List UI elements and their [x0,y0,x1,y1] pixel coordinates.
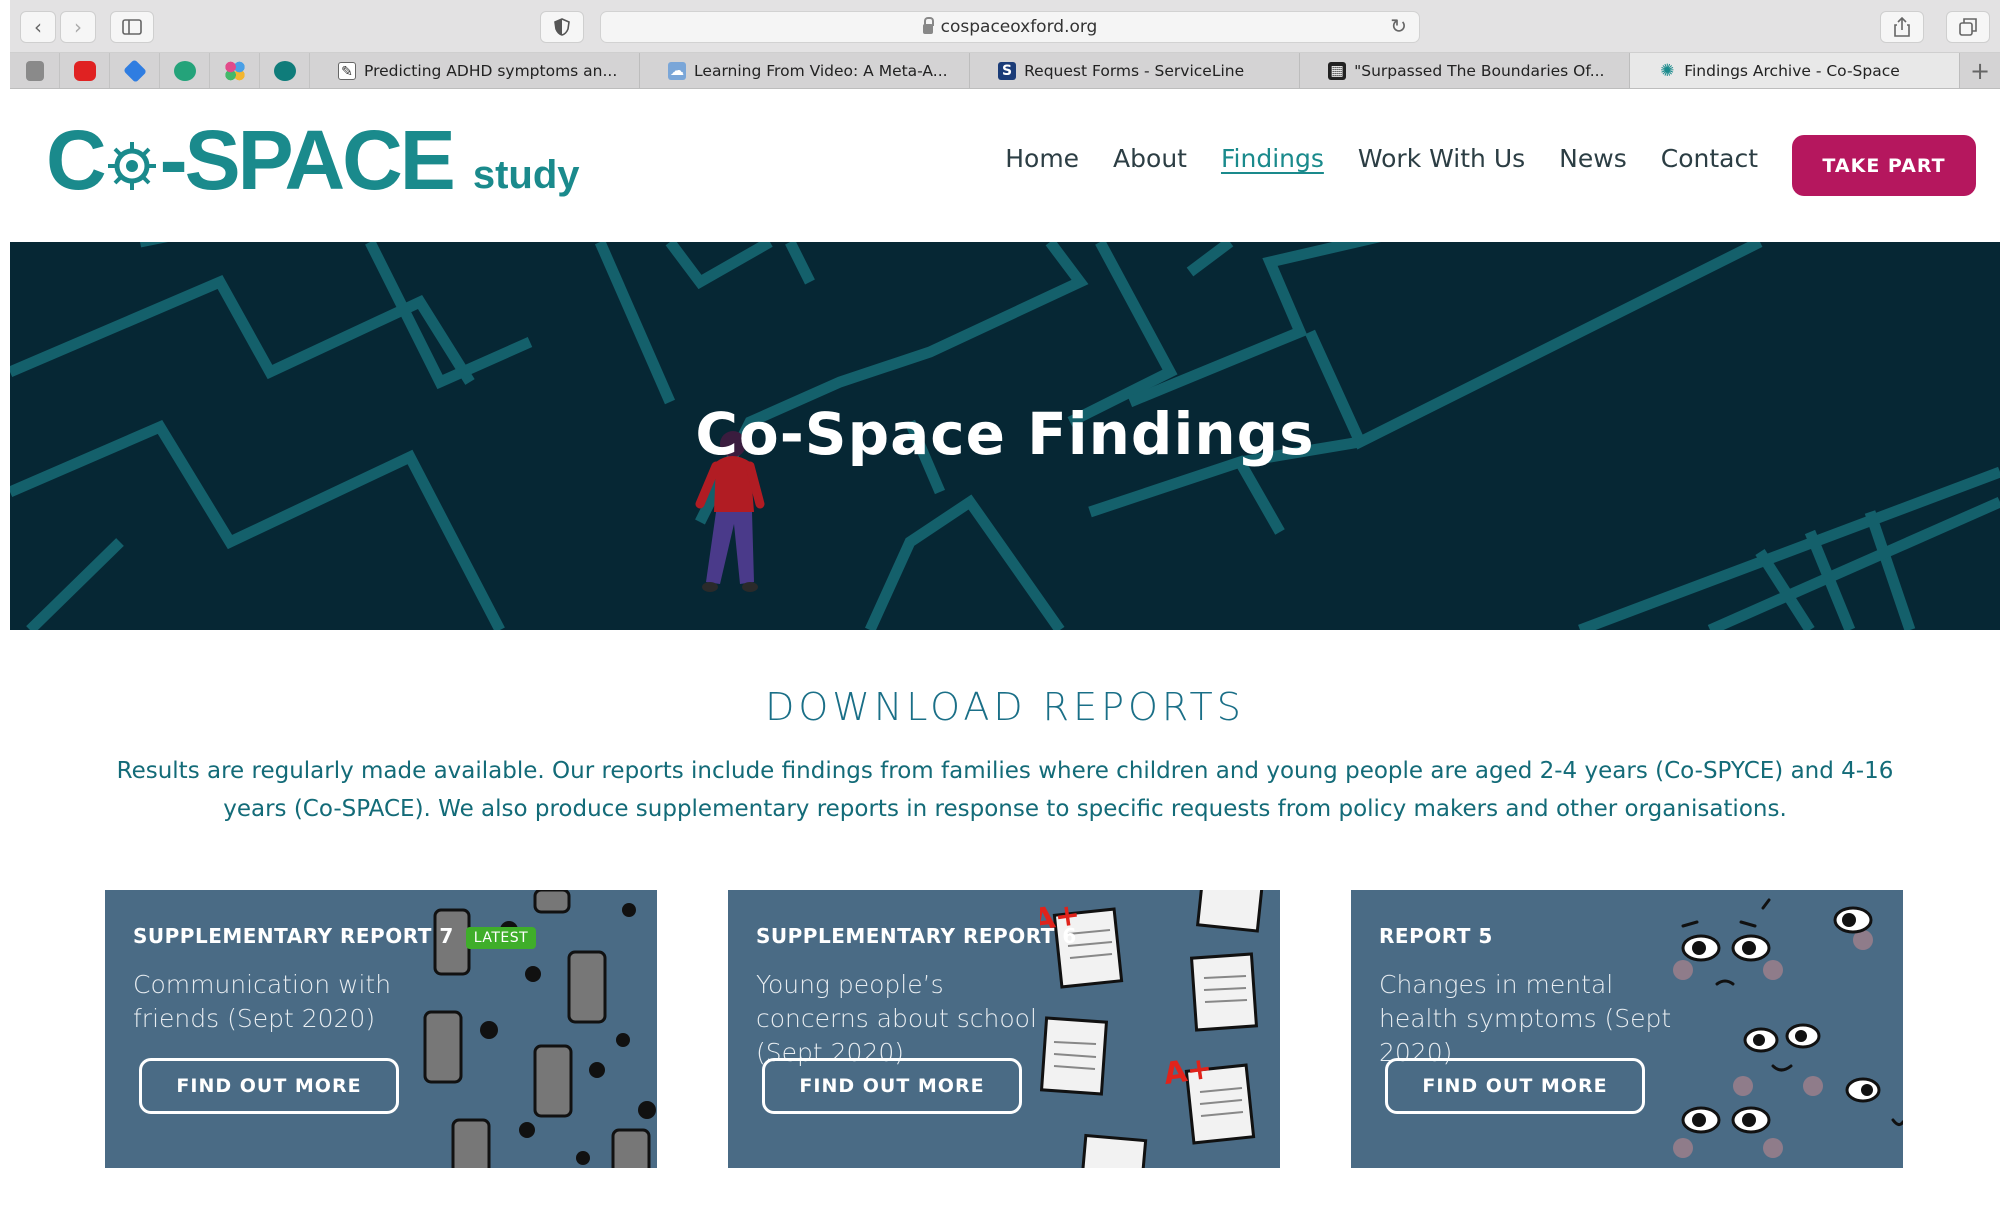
tab-learning-from-video[interactable]: ☁ Learning From Video: A Meta-A... [640,53,971,88]
browser-toolbar: ‹ › cospaceoxford.org ↻ [10,0,2000,53]
pinned-tab[interactable] [10,53,60,88]
document-icon: ✎ [338,61,356,80]
pinned-tab[interactable] [60,53,110,88]
shield-icon [554,18,570,36]
url-text: cospaceoxford.org [940,17,1098,37]
tab-findings-archive[interactable]: ✺ Findings Archive - Co-Space [1630,53,1961,88]
nav-findings[interactable]: Findings [1221,144,1324,173]
pattern-icon: ▦ [1328,61,1347,80]
browser-window: ‹ › cospaceoxford.org ↻ ✎ Predicting ADH… [0,0,2000,1212]
card-subtitle: Communication with friends (Sept 2020) [133,970,392,1033]
address-bar[interactable]: cospaceoxford.org ↻ [600,11,1420,43]
sharepoint-icon [273,60,296,81]
find-out-more-button[interactable]: FIND OUT MORE [139,1058,399,1114]
serviceline-icon: S [998,61,1017,80]
a-plus-mark: A+ [1162,1051,1215,1092]
grid-dots-icon [223,60,246,81]
pinned-tab[interactable] [210,53,260,88]
site-logo[interactable]: C -SPACE study [46,113,580,207]
forward-button[interactable]: › [60,11,96,43]
pinned-tab[interactable] [160,53,210,88]
card-subtitle: Young people’s concerns about school (Se… [756,970,1037,1067]
tab-title: "Surpassed The Boundaries Of... [1354,61,1605,80]
tabs-overview-button[interactable] [1946,11,1990,43]
nav-work-with-us[interactable]: Work With Us [1358,144,1525,173]
youtube-icon [73,60,96,81]
tab-bar: ✎ Predicting ADHD symptoms an... ☁ Learnin… [10,53,2000,89]
privacy-shield-button[interactable] [540,11,584,43]
download-reports-heading: DOWNLOAD REPORTS [765,685,1245,729]
card-kicker: REPORT 5 [1379,924,1493,948]
page-title: Co-Space Findings [695,400,1315,468]
back-button[interactable]: ‹ [20,11,56,43]
card-subtitle: Changes in mental health symptoms (Sept … [1379,970,1672,1067]
diamond-icon [122,58,147,83]
latest-badge: LATEST [465,926,537,949]
reader-icon [25,60,44,81]
virus-icon [104,120,160,200]
reload-icon[interactable]: ↻ [1390,14,1407,38]
logo-study-text: study [472,153,580,197]
report-card-supplementary-6[interactable]: A+ A+ SUPPLEMENTARY REPORT 6 Young peopl… [728,890,1280,1168]
share-button[interactable] [1880,11,1924,43]
card-kicker: SUPPLEMENTARY REPORT 6 [756,924,1077,948]
tab-title: Learning From Video: A Meta-A... [694,61,948,80]
nav-home[interactable]: Home [1005,144,1079,173]
share-icon [1894,17,1910,37]
tab-request-forms[interactable]: S Request Forms - ServiceLine [970,53,1301,88]
pinned-tabs [10,53,310,88]
tab-surpassed-boundaries[interactable]: ▦ "Surpassed The Boundaries Of... [1300,53,1631,88]
logo-space-text: -SPACE [159,113,456,207]
tab-title: Predicting ADHD symptoms an... [364,61,618,80]
card-kicker-text: SUPPLEMENTARY REPORT 7 [133,924,454,948]
sidebar-toggle-button[interactable] [110,11,154,43]
tab-title: Findings Archive - Co-Space [1684,61,1900,80]
virus-icon: ✺ [1660,60,1675,81]
nav-contact[interactable]: Contact [1661,144,1758,173]
card-kicker: SUPPLEMENTARY REPORT 7 LATEST [133,924,537,949]
hero-banner: Co-Space Findings [10,242,2000,630]
sidebar-icon [122,19,142,35]
download-reports-description: Results are regularly made available. Ou… [116,758,1894,822]
find-out-more-button[interactable]: FIND OUT MORE [1385,1058,1645,1114]
new-tab-button[interactable]: + [1960,53,2000,88]
tabs-icon [1959,18,1977,36]
find-out-more-button[interactable]: FIND OUT MORE [762,1058,1022,1114]
people-icon: ☁ [668,61,687,80]
web-page: C -SPACE study Home About Findings Work … [10,90,2000,1212]
report-card-report-5[interactable]: REPORT 5 Changes in mental health sympto… [1351,890,1903,1168]
pinned-tab[interactable] [110,53,160,88]
report-card-supplementary-7[interactable]: SUPPLEMENTARY REPORT 7 LATEST Communicati… [105,890,657,1168]
nav-about[interactable]: About [1113,144,1187,173]
pinned-tab[interactable] [260,53,310,88]
tab-predicting-adhd[interactable]: ✎ Predicting ADHD symptoms an... [310,53,641,88]
main-navigation: Home About Findings Work With Us News Co… [1005,144,1758,173]
take-part-button[interactable]: TAKE PART [1792,135,1976,196]
logo-c: C [46,113,107,207]
faces-illustration [1673,898,1903,1158]
hexagon-icon [173,60,196,81]
nav-news[interactable]: News [1559,144,1627,173]
tab-title: Request Forms - ServiceLine [1024,61,1245,80]
lock-icon [922,17,934,34]
